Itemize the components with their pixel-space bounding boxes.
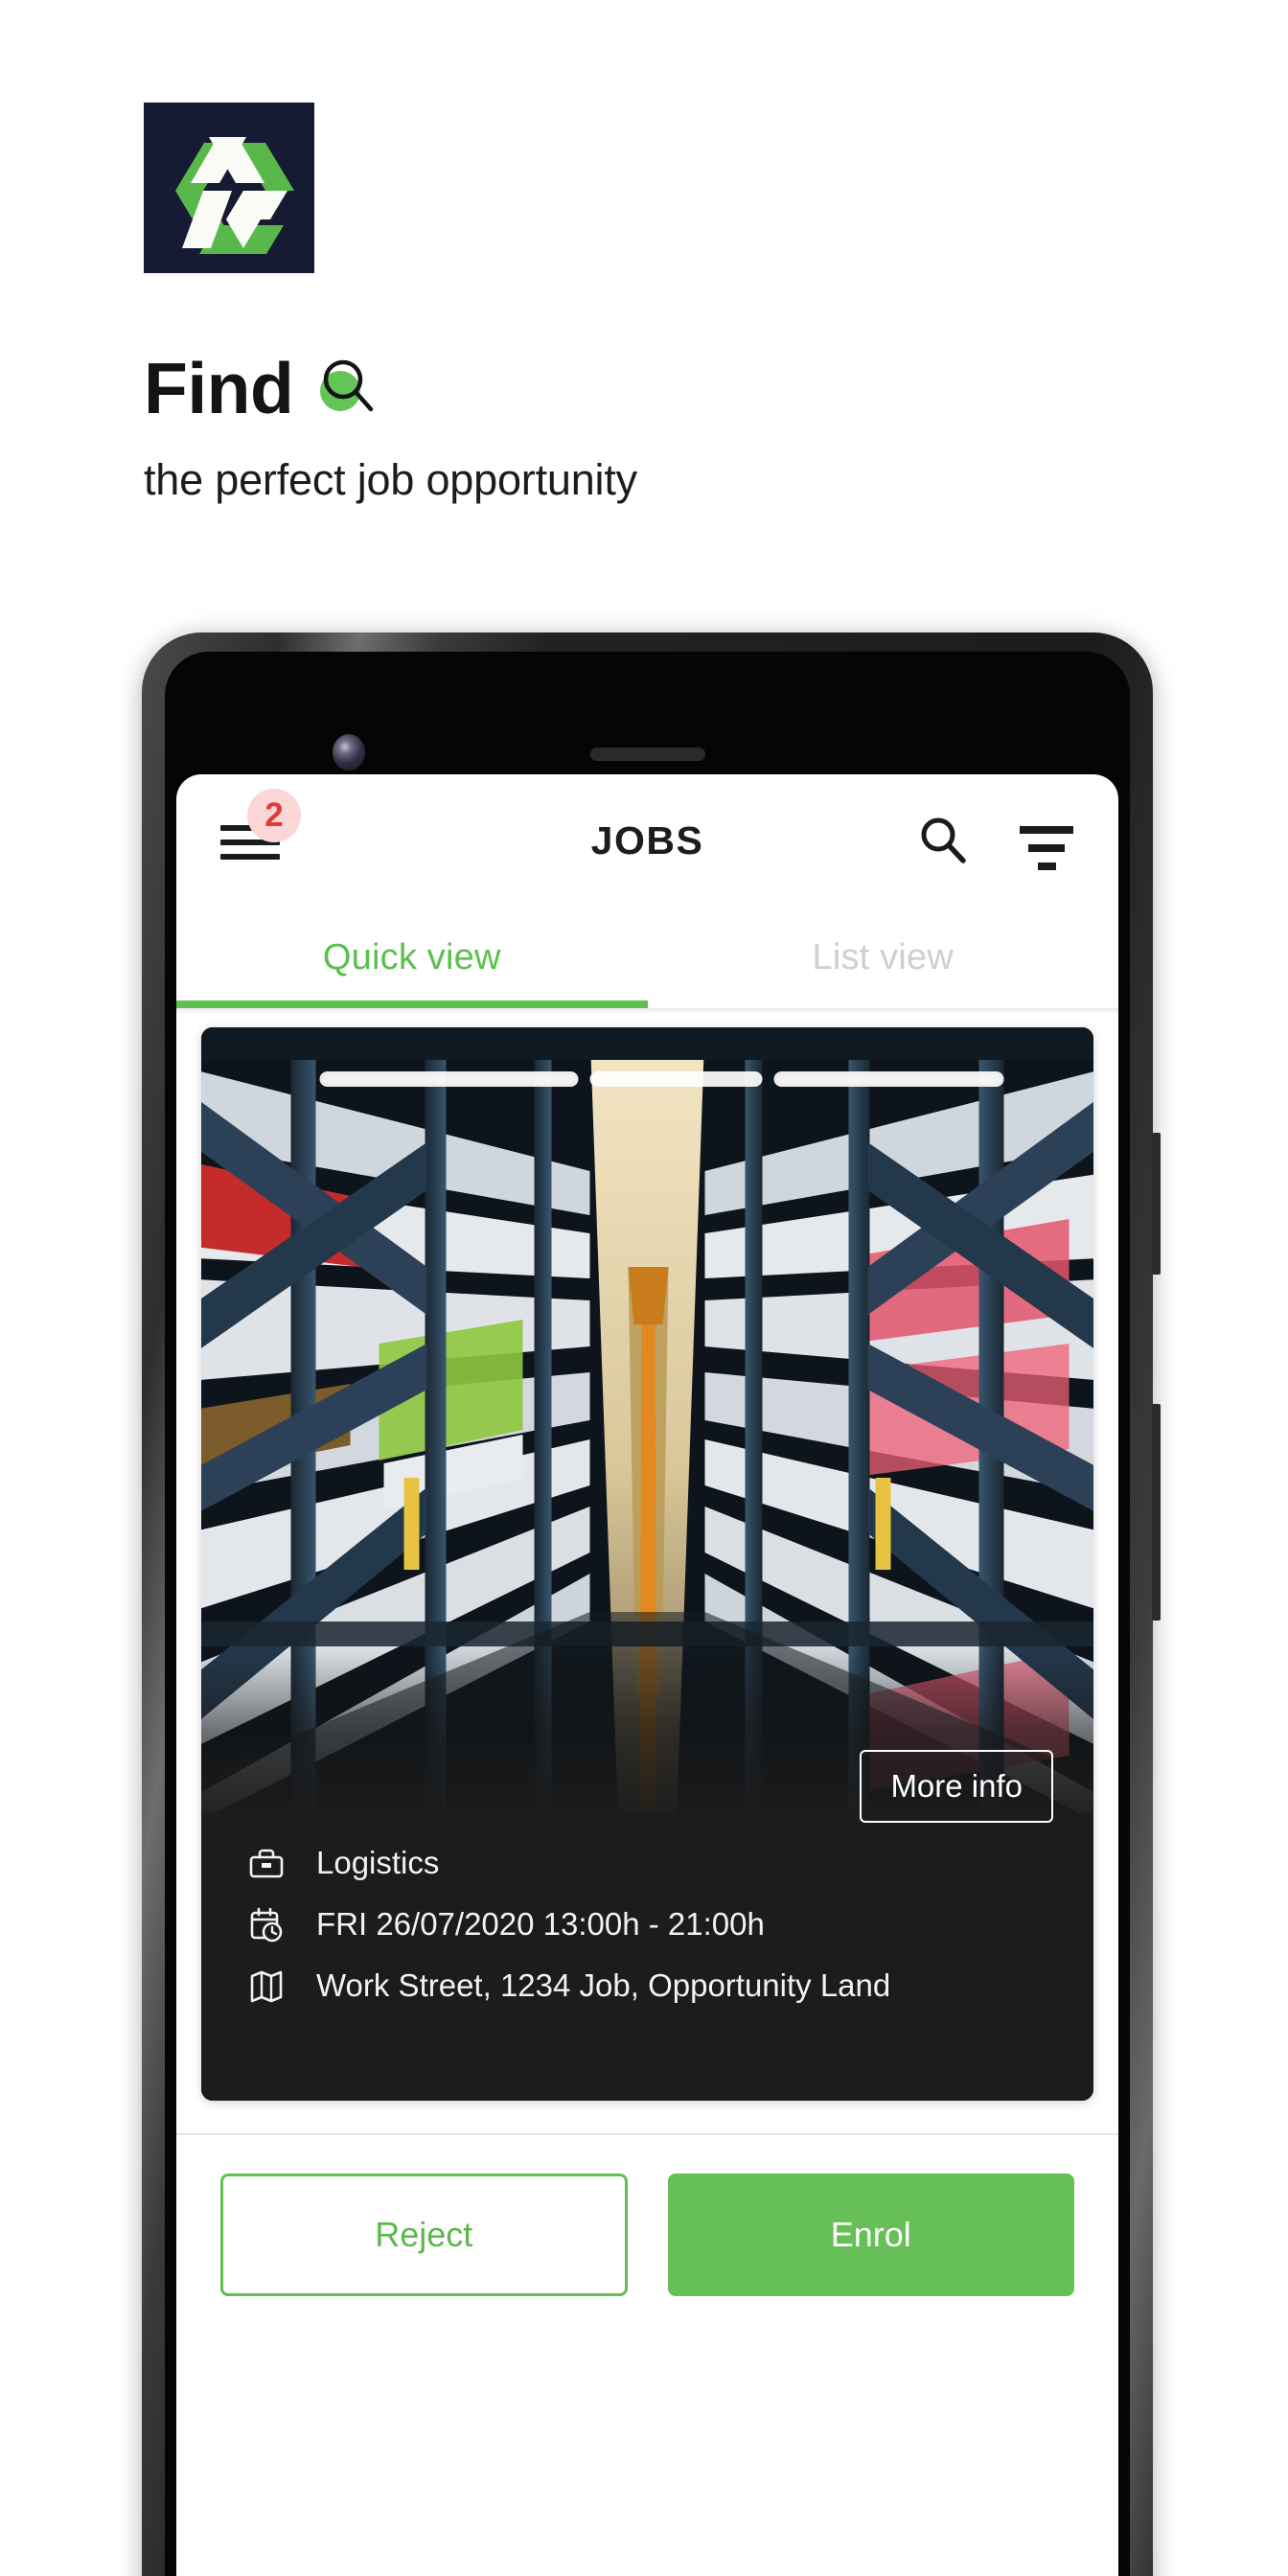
job-detail-row: Work Street, 1234 Job, Opportunity Land [245, 1955, 1049, 2016]
app-logo [144, 103, 314, 273]
power-button[interactable] [1152, 1133, 1161, 1275]
magnifier-icon [318, 358, 378, 418]
filter-icon [1019, 813, 1074, 870]
menu-button[interactable]: 2 [220, 789, 301, 869]
job-datetime-text: FRI 26/07/2020 13:00h - 21:00h [316, 1906, 765, 1942]
action-bar: Reject Enrol [176, 2135, 1118, 2296]
app-bar: 2 JOBS [176, 774, 1118, 907]
earpiece-speaker-icon [589, 748, 705, 761]
more-info-button[interactable]: More info [860, 1750, 1053, 1823]
logo-mark [175, 137, 294, 254]
appbar-actions [915, 813, 1074, 870]
reject-button[interactable]: Reject [220, 2174, 628, 2296]
tab-quick-view[interactable]: Quick view [176, 907, 648, 1008]
appbar-title: JOBS [590, 817, 704, 862]
search-button[interactable] [915, 813, 971, 868]
card-area: More info Logistics FRI 26/07/2020 13:00… [176, 1014, 1118, 2101]
phone-mockup: 2 JOBS Quick view List view More info Lo… [142, 632, 1161, 2576]
view-tabs: Quick view List view [176, 907, 1118, 1008]
toolbox-icon [245, 1842, 288, 1884]
filter-button[interactable] [1019, 813, 1074, 870]
promo-header: Find the perfect job opportunity [144, 103, 1102, 505]
headline-row: Find [144, 348, 1102, 428]
map-icon [245, 1965, 288, 2007]
app-screen: 2 JOBS Quick view List view More info Lo… [176, 774, 1118, 2576]
tab-active-indicator [176, 1000, 648, 1008]
search-icon [921, 817, 966, 863]
warehouse-aisle-photo [201, 1027, 1093, 1832]
job-category-text: Logistics [316, 1845, 440, 1880]
promo-page: Find the perfect job opportunity 2 JOBS … [0, 0, 1288, 2576]
job-detail-row: FRI 26/07/2020 13:00h - 21:00h [245, 1894, 1049, 1955]
job-card[interactable]: More info Logistics FRI 26/07/2020 13:00… [201, 1027, 1093, 2101]
notification-badge: 2 [247, 789, 301, 842]
enrol-button[interactable]: Enrol [667, 2174, 1074, 2296]
page-subtitle: the perfect job opportunity [144, 455, 637, 504]
page-title: Find [144, 347, 294, 428]
volume-button[interactable] [1152, 1404, 1161, 1621]
job-location-text: Work Street, 1234 Job, Opportunity Land [316, 1967, 891, 2003]
tab-list-view[interactable]: List view [648, 907, 1119, 1008]
calendar-clock-icon [245, 1903, 288, 1945]
job-card-info: More info Logistics FRI 26/07/2020 13:00… [201, 1750, 1093, 2101]
front-camera-icon [333, 734, 365, 770]
job-detail-row: Logistics [245, 1832, 1049, 1894]
